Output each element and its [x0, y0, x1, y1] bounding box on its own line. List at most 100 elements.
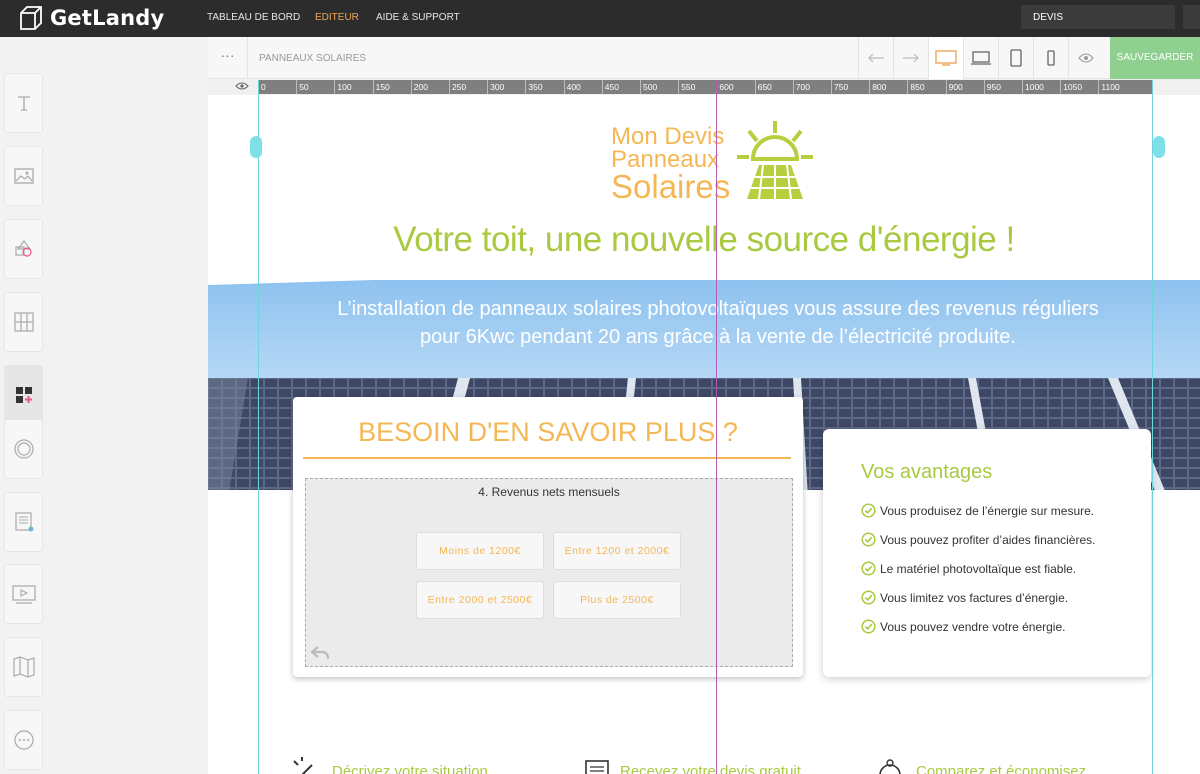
- ruler-tick-label: 1100: [1101, 82, 1120, 92]
- left-section-guide: [258, 80, 259, 774]
- right-resize-handle[interactable]: [1153, 136, 1165, 158]
- ruler-tick: [410, 80, 412, 94]
- page-canvas: Mon Devis Panneaux Solaires Votre toit, …: [208, 95, 1200, 774]
- ruler-tick: [945, 80, 947, 94]
- map-icon: [12, 656, 35, 678]
- option-under-1200[interactable]: Moins de 1200€: [416, 532, 544, 570]
- feature-describe: Décrivez votre situation: [290, 757, 488, 774]
- ruler-tick-label: 900: [948, 82, 963, 92]
- brand-line-1: Mon Devis: [611, 123, 725, 150]
- tool-text[interactable]: [4, 73, 43, 133]
- ruler-tick-label: 700: [795, 82, 810, 92]
- tool-video[interactable]: [4, 564, 43, 624]
- ruler-tick-label: 150: [375, 82, 390, 92]
- top-bar: GetLandy TABLEAU DE BORD EDITEUR AIDE & …: [0, 0, 1200, 37]
- pen-icon: [293, 757, 313, 774]
- ruler-tick-label: 1000: [1025, 82, 1044, 92]
- form-title-underline: [303, 457, 791, 459]
- ruler-tick: [525, 80, 527, 94]
- grid-layout-icon: [13, 312, 34, 332]
- center-guide: [716, 80, 717, 774]
- ruler-tick: [296, 80, 298, 94]
- quote-form-card: BESOIN D'EN SAVOIR PLUS ? 4. Revenus net…: [293, 397, 803, 677]
- option-1200-2000[interactable]: Entre 1200 et 2000€: [553, 532, 681, 570]
- ruler-tick-label: 50: [299, 82, 309, 92]
- advantages-title: Vos avantages: [861, 461, 993, 483]
- image-icon: [13, 168, 34, 184]
- ruler-tick-label: 500: [643, 82, 658, 92]
- mobile-view-button[interactable]: [1033, 37, 1068, 79]
- laptop-icon: [971, 51, 991, 65]
- horizontal-ruler: 0 50 100 150 200 250 300 350 400 450 500 550 600 650 7…: [258, 80, 1152, 94]
- quote-selector-extra[interactable]: [1183, 5, 1200, 29]
- nav-help-support[interactable]: AIDE & SUPPORT: [376, 12, 460, 23]
- ruler-tick: [754, 80, 756, 94]
- ruler-tick-label: 850: [910, 82, 925, 92]
- ruler-tick: [907, 80, 909, 94]
- tablet-icon: [1010, 49, 1022, 67]
- desktop-view-button[interactable]: [928, 37, 963, 79]
- advantage-item: Vous limitez vos factures d’énergie.: [861, 590, 1068, 605]
- laptop-view-button[interactable]: [963, 37, 998, 79]
- ruler-tick: [1022, 80, 1023, 94]
- ruler-visibility-icon[interactable]: [235, 81, 249, 91]
- tool-layout[interactable]: [4, 292, 43, 352]
- ruler-tick: [563, 80, 565, 94]
- piggy-bank-icon: [879, 759, 901, 774]
- ruler-tick-label: 450: [604, 82, 619, 92]
- ruler-tick: [487, 80, 489, 94]
- page-menu-button[interactable]: ···: [208, 37, 248, 79]
- advantage-item: Vous pouvez profiter d’aides financières…: [861, 532, 1095, 547]
- form-question: 4. Revenus nets mensuels: [478, 485, 620, 499]
- preview-button[interactable]: [1068, 37, 1103, 79]
- app-logo[interactable]: GetLandy: [18, 5, 164, 31]
- ruler-tick-label: 100: [337, 82, 352, 92]
- tablet-view-button[interactable]: [998, 37, 1033, 79]
- tool-form[interactable]: [4, 492, 43, 552]
- advantages-card: Vos avantages Vous produisez de l’énergi…: [823, 429, 1151, 677]
- ruler-tick-label: 800: [872, 82, 887, 92]
- feature-label: Comparez et économisez: [916, 762, 1087, 774]
- ruler-tick: [449, 80, 450, 94]
- ruler-tick-label: 650: [757, 82, 772, 92]
- tool-more[interactable]: [4, 710, 43, 770]
- tool-shapes[interactable]: [4, 219, 43, 279]
- ruler-tick-label: 550: [681, 82, 696, 92]
- save-button[interactable]: SAUVEGARDER: [1110, 37, 1200, 79]
- desktop-icon: [935, 50, 957, 66]
- nav-editor[interactable]: EDITEUR: [315, 12, 359, 23]
- feature-label: Recevez votre devis gratuit: [620, 762, 801, 774]
- video-icon: [11, 585, 36, 604]
- circle-button-icon: [13, 439, 34, 459]
- page-title: PANNEAUX SOLAIRES: [259, 53, 367, 64]
- advantage-text: Le matériel photovoltaïque est fiable.: [880, 561, 1077, 576]
- option-over-2500[interactable]: Plus de 2500€: [553, 581, 681, 619]
- ruler-tick: [372, 80, 374, 94]
- ruler-tick-label: 300: [490, 82, 505, 92]
- tool-map[interactable]: [4, 637, 43, 697]
- left-resize-handle[interactable]: [250, 136, 262, 158]
- shapes-icon: [14, 240, 32, 257]
- more-icon: [13, 730, 34, 750]
- sun-panel-icon: [737, 121, 813, 200]
- advantage-text: Vous limitez vos factures d’énergie.: [880, 590, 1069, 605]
- undo-button[interactable]: [858, 37, 893, 79]
- advantage-text: Vous pouvez vendre votre énergie.: [880, 619, 1066, 634]
- ruler-tick-label: 600: [719, 82, 734, 92]
- ruler-tick: [678, 80, 680, 94]
- previous-step-icon[interactable]: [310, 645, 330, 661]
- redo-button[interactable]: [893, 37, 928, 79]
- option-2000-2500[interactable]: Entre 2000 et 2500€: [416, 581, 544, 619]
- check-circle-icon: [861, 532, 876, 547]
- quote-selector[interactable]: DEVIS: [1021, 5, 1175, 29]
- eye-icon: [1078, 53, 1094, 63]
- brand-text: Mon Devis Panneaux Solaires: [611, 123, 730, 204]
- tool-widgets[interactable]: [4, 365, 43, 425]
- ruler-tick: [983, 80, 985, 94]
- nav-dashboard[interactable]: TABLEAU DE BORD: [207, 12, 300, 23]
- ruler-tick-label: 400: [566, 82, 581, 92]
- document-icon: [585, 760, 609, 774]
- form-icon: [14, 512, 33, 532]
- tool-button[interactable]: [4, 419, 43, 479]
- tool-image[interactable]: [4, 146, 43, 206]
